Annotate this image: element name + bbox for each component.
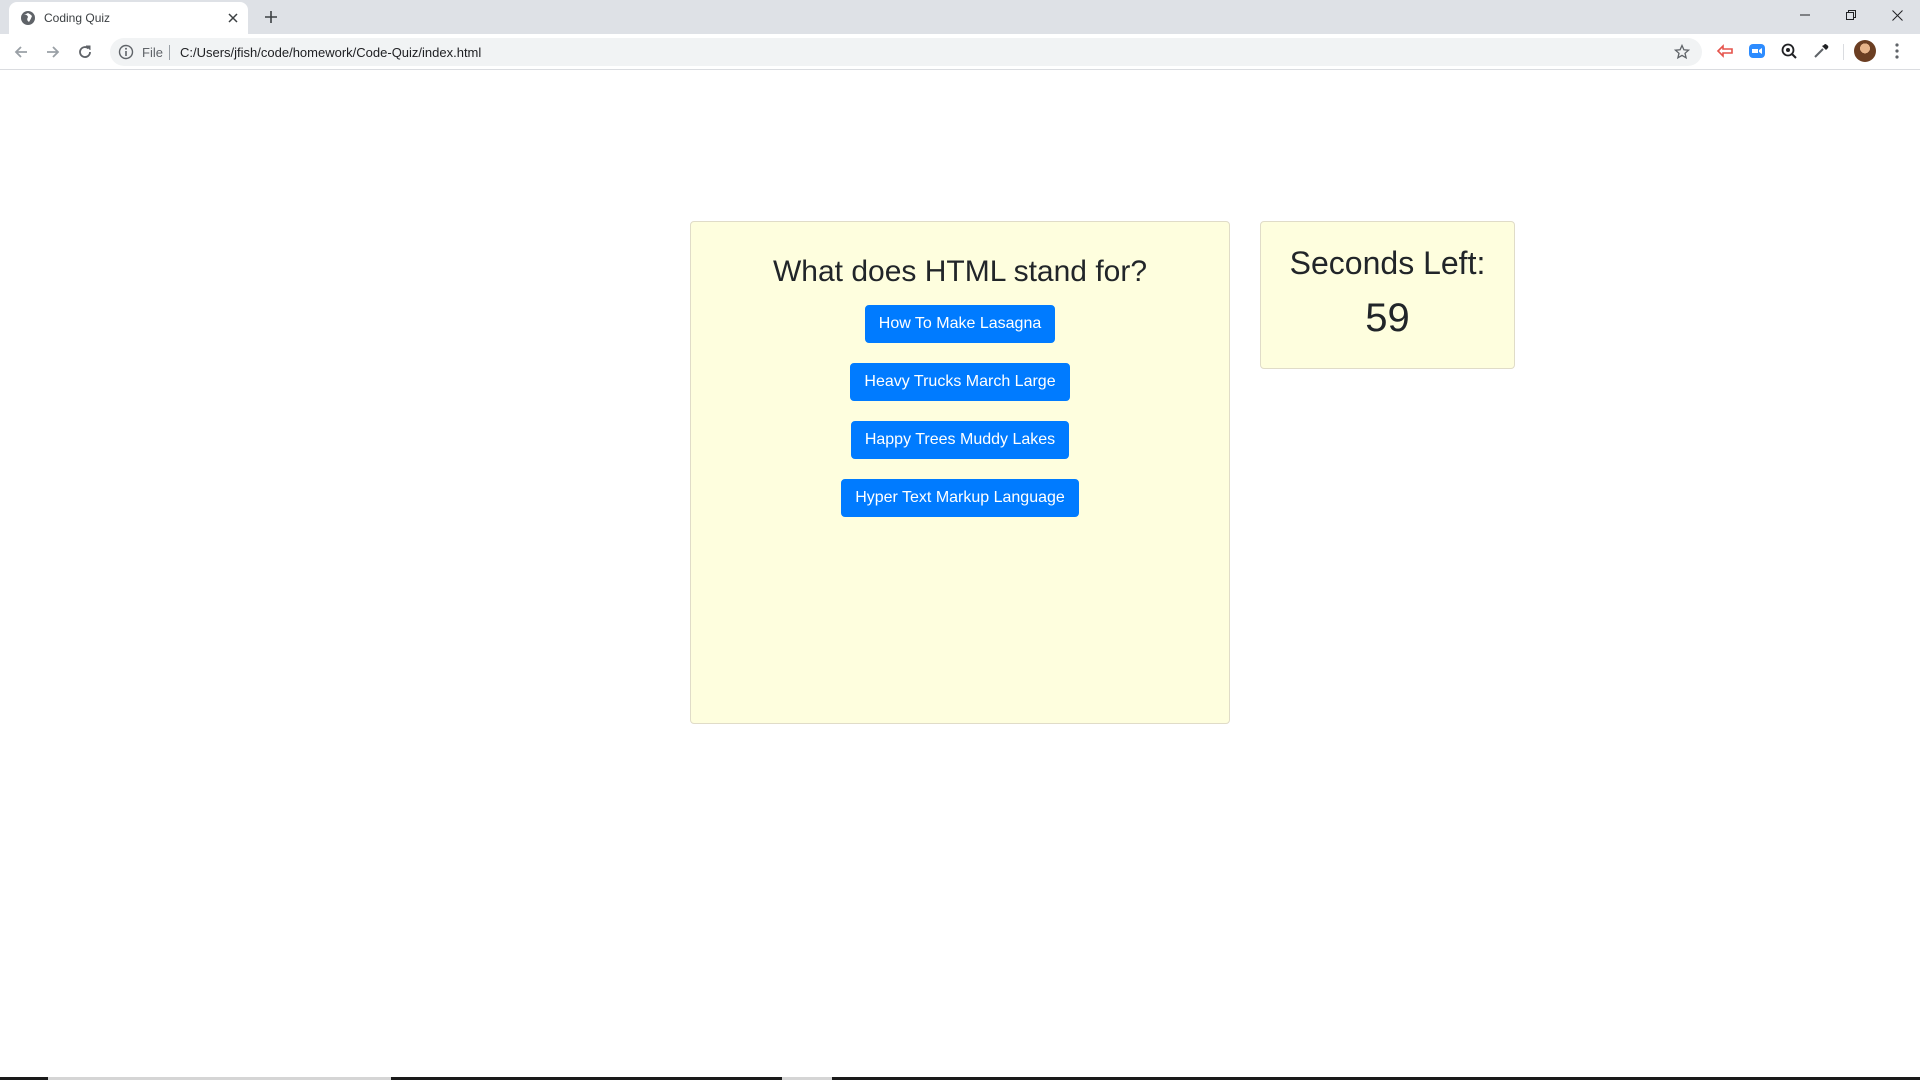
url-text[interactable]: C:/Users/jfish/code/homework/Code-Quiz/i… xyxy=(180,45,481,60)
info-icon[interactable] xyxy=(118,44,134,60)
zoom-icon[interactable] xyxy=(1748,42,1766,60)
forward-button[interactable] xyxy=(41,40,65,64)
quiz-card: What does HTML stand for? How To Make La… xyxy=(690,221,1230,724)
search-icon[interactable] xyxy=(1780,42,1798,60)
extension-icon[interactable] xyxy=(1716,42,1734,60)
restore-button[interactable] xyxy=(1828,0,1874,30)
minimize-button[interactable] xyxy=(1782,0,1828,30)
browser-toolbar: File C:/Users/jfish/code/homework/Code-Q… xyxy=(0,34,1920,70)
eyedropper-icon[interactable] xyxy=(1812,42,1830,60)
plus-icon xyxy=(265,11,277,23)
question-heading: What does HTML stand for? xyxy=(772,255,1148,288)
timer-value: 59 xyxy=(1365,296,1410,341)
reload-button[interactable] xyxy=(73,40,97,64)
minimize-icon xyxy=(1800,14,1810,16)
forward-icon xyxy=(47,46,60,58)
back-icon xyxy=(14,46,27,58)
close-icon xyxy=(1891,9,1903,21)
browser-tab[interactable]: Coding Quiz xyxy=(9,2,248,34)
answer-list: How To Make Lasagna Heavy Trucks March L… xyxy=(691,305,1229,517)
star-icon[interactable] xyxy=(1674,44,1690,60)
answer-button[interactable]: How To Make Lasagna xyxy=(864,305,1056,343)
window-close-button[interactable] xyxy=(1874,0,1920,30)
restore-icon xyxy=(1846,10,1856,20)
close-icon[interactable] xyxy=(225,10,241,26)
reload-icon xyxy=(79,45,91,58)
address-bar[interactable]: File C:/Users/jfish/code/homework/Code-Q… xyxy=(110,38,1702,66)
scheme-divider xyxy=(169,45,170,60)
new-tab-button[interactable] xyxy=(260,6,282,28)
profile-avatar[interactable] xyxy=(1854,40,1876,62)
timer-label: Seconds Left: xyxy=(1289,245,1486,281)
tab-strip: Coding Quiz xyxy=(0,0,1920,34)
answer-button[interactable]: Hyper Text Markup Language xyxy=(841,479,1079,517)
toolbar-divider xyxy=(1843,44,1844,60)
timer-card: Seconds Left: 59 xyxy=(1260,221,1515,369)
scheme-label: File xyxy=(142,45,163,60)
tab-title: Coding Quiz xyxy=(44,11,111,25)
back-button[interactable] xyxy=(9,40,33,64)
answer-button[interactable]: Happy Trees Muddy Lakes xyxy=(850,421,1070,459)
menu-icon[interactable] xyxy=(1888,42,1906,60)
answer-button[interactable]: Heavy Trucks March Large xyxy=(850,363,1070,401)
globe-icon xyxy=(21,11,35,25)
